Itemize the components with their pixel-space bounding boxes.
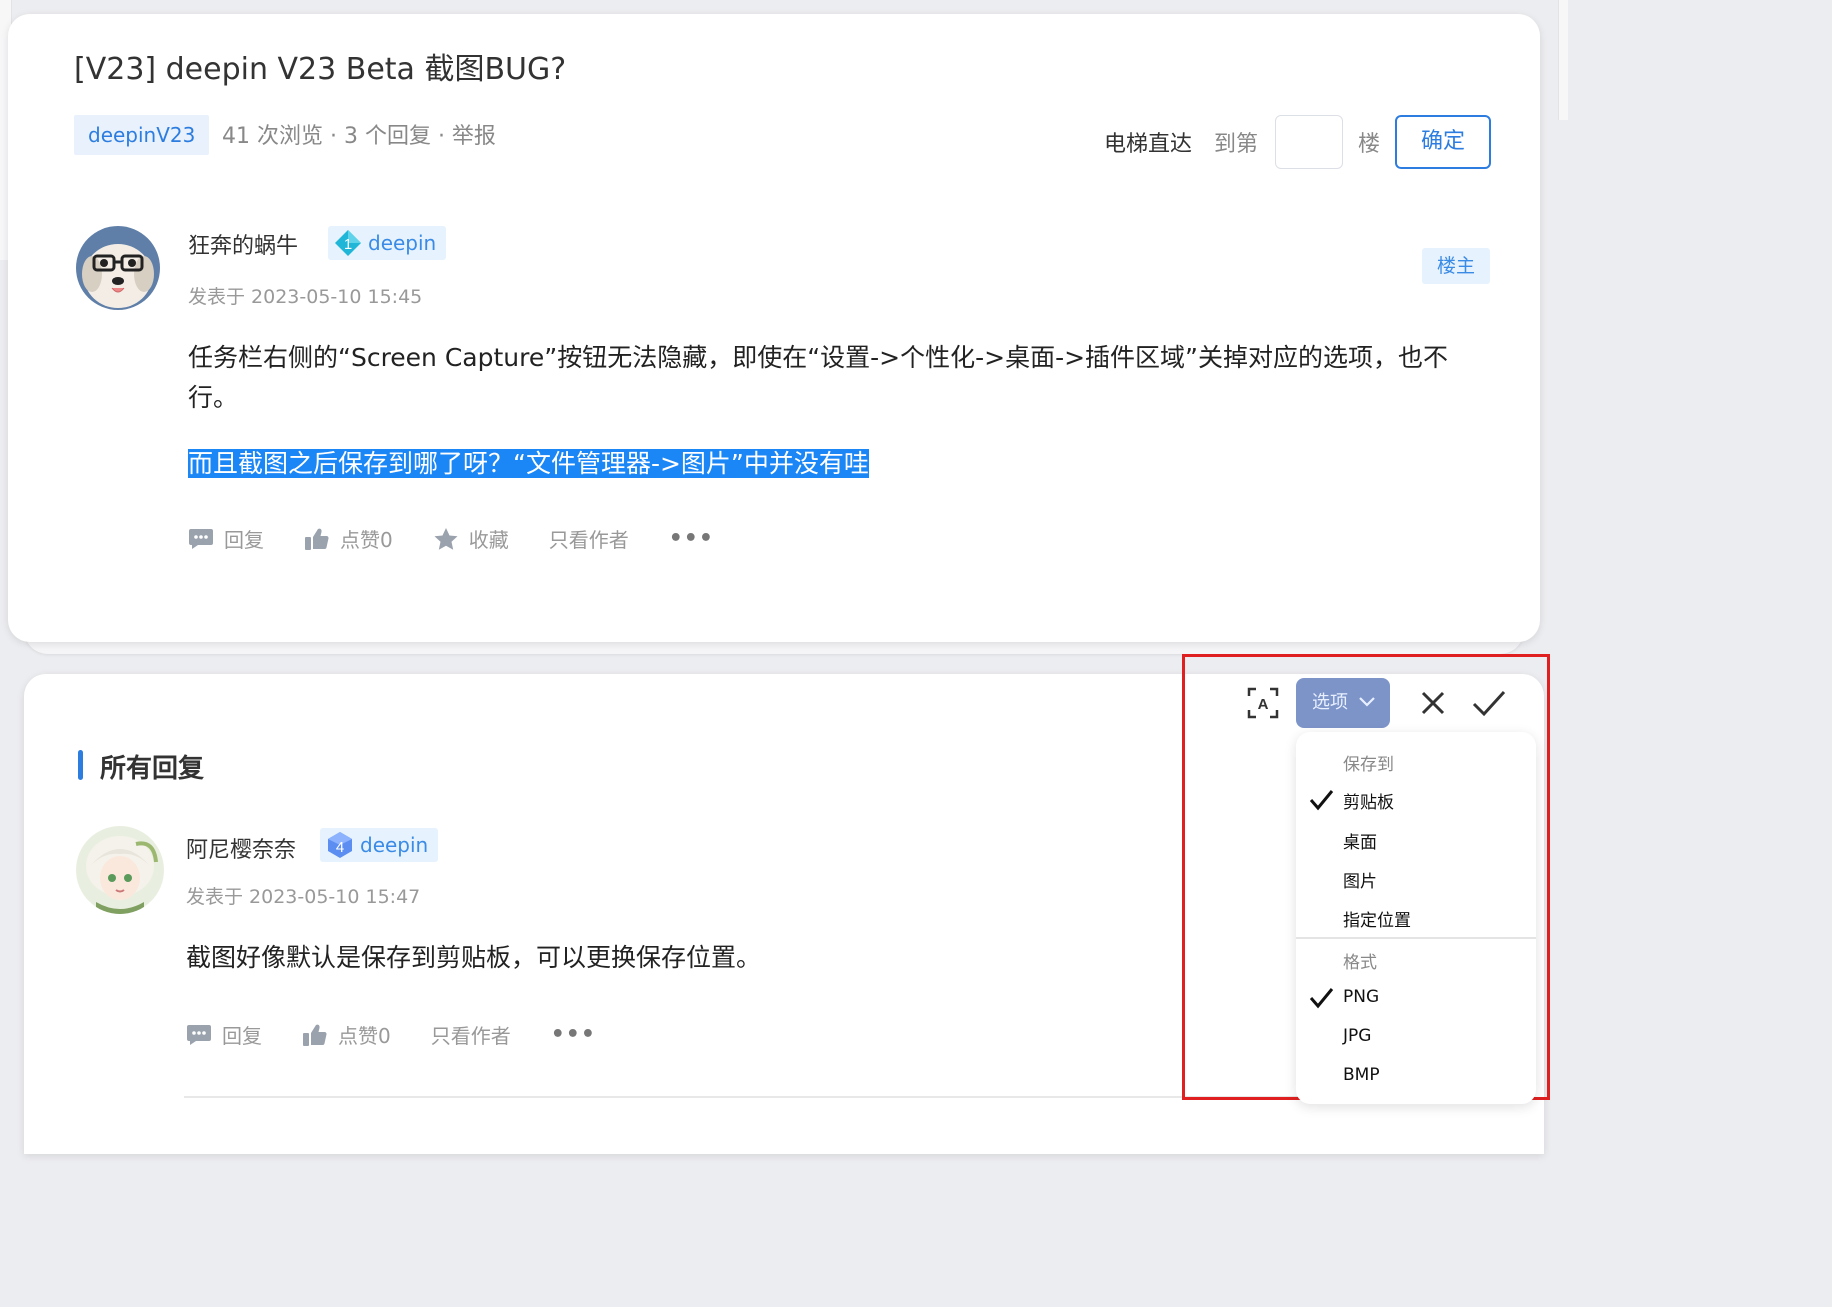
avatar[interactable] — [76, 226, 160, 310]
reply-body: 截图好像默认是保存到剪贴板，可以更换保存位置。 — [186, 943, 762, 972]
menu-item-bmp[interactable]: BMP — [1343, 1065, 1380, 1085]
close-icon — [1421, 691, 1445, 715]
star-icon — [434, 527, 458, 550]
svg-text:4: 4 — [336, 839, 344, 856]
author-only-button[interactable]: 只看作者 — [431, 1020, 511, 1049]
like-label: 点赞0 — [340, 528, 393, 552]
post-tag[interactable]: deepinV23 — [74, 115, 210, 155]
floor-unit-label: 楼 — [1358, 132, 1381, 157]
options-menu: 保存到 剪贴板 桌面 图片 指定位置 格式 PNG JPG BMP — [1296, 732, 1536, 1104]
post-time: 发表于 2023-05-10 15:45 — [188, 286, 423, 308]
anime-avatar-icon — [76, 826, 164, 914]
section-title: 所有回复 — [78, 748, 204, 785]
menu-separator — [1296, 937, 1536, 939]
options-dropdown-button[interactable]: 选项 — [1296, 678, 1390, 728]
post-actions: 回复 点赞0 收藏 只看作者 ••• — [188, 524, 754, 553]
background-card-right — [1558, 0, 1568, 120]
thumbs-up-icon — [303, 1024, 327, 1046]
confirm-button[interactable]: 确定 — [1395, 115, 1491, 169]
dog-avatar-icon — [76, 226, 160, 310]
level-gem-icon: 1 — [335, 230, 361, 256]
checkmark-icon — [1309, 790, 1334, 811]
author-name[interactable]: 阿尼樱奈奈 — [186, 832, 296, 864]
more-button[interactable]: ••• — [669, 526, 714, 551]
checkmark-icon — [1472, 690, 1506, 717]
close-button[interactable] — [1418, 688, 1448, 718]
favorite-button[interactable]: 收藏 — [433, 524, 509, 553]
confirm-capture-button[interactable] — [1470, 686, 1508, 720]
selected-text: 而且截图之后保存到哪了呀？“文件管理器->图片”中并没有哇 — [188, 449, 869, 478]
reply-label: 回复 — [224, 528, 264, 552]
reply-label: 回复 — [222, 1024, 262, 1048]
ocr-icon: A — [1247, 687, 1279, 719]
reply-button[interactable]: 回复 — [186, 1020, 262, 1049]
menu-item-custom-location[interactable]: 指定位置 — [1343, 906, 1411, 931]
menu-group-save-to: 保存到 — [1343, 755, 1394, 775]
op-badge: 楼主 — [1422, 248, 1490, 284]
chevron-down-icon — [1359, 697, 1375, 707]
reply-button[interactable]: 回复 — [188, 524, 264, 553]
post-stats: 41 次浏览 · 3 个回复 · 举报 — [222, 124, 496, 149]
menu-item-jpg[interactable]: JPG — [1343, 1026, 1371, 1046]
post-body-paragraph: 任务栏右侧的“Screen Capture”按钮无法隐藏，即使在“设置->个性化… — [188, 343, 1449, 412]
floor-number-input[interactable] — [1275, 115, 1343, 169]
level-badge: 1 deepin — [328, 226, 447, 260]
menu-item-clipboard[interactable]: 剪贴板 — [1343, 788, 1394, 813]
svg-text:1: 1 — [344, 236, 352, 253]
like-button[interactable]: 点赞0 — [304, 524, 393, 553]
elevator-to-label: 到第 — [1214, 132, 1259, 157]
more-button[interactable]: ••• — [551, 1022, 596, 1047]
menu-item-desktop[interactable]: 桌面 — [1343, 828, 1377, 853]
level-name: deepin — [368, 231, 437, 255]
post-title: [V23] deepin V23 Beta 截图BUG? — [74, 52, 567, 87]
comment-icon — [189, 528, 213, 549]
author-name[interactable]: 狂奔的蜗牛 — [188, 228, 298, 260]
post-time: 发表于 2023-05-10 15:47 — [186, 886, 421, 908]
options-label: 选项 — [1312, 692, 1348, 713]
level-name: deepin — [360, 833, 429, 857]
menu-item-pictures[interactable]: 图片 — [1343, 867, 1377, 892]
svg-text:A: A — [1258, 696, 1269, 713]
reply-actions: 回复 点赞0 只看作者 ••• — [186, 1020, 636, 1049]
post-body-paragraph-selected: 而且截图之后保存到哪了呀？“文件管理器->图片”中并没有哇 — [188, 444, 869, 484]
avatar[interactable] — [76, 826, 164, 914]
author-only-button[interactable]: 只看作者 — [549, 524, 629, 553]
ocr-button[interactable]: A — [1246, 686, 1280, 720]
favorite-label: 收藏 — [468, 528, 509, 552]
menu-group-format: 格式 — [1343, 953, 1377, 973]
checkmark-icon — [1309, 988, 1334, 1009]
level-badge: 4 deepin — [320, 828, 439, 862]
post-card: [V23] deepin V23 Beta 截图BUG? deepinV23 4… — [8, 14, 1540, 642]
like-button[interactable]: 点赞0 — [302, 1020, 391, 1049]
menu-item-png[interactable]: PNG — [1343, 987, 1379, 1007]
thumbs-up-icon — [305, 528, 329, 550]
like-label: 点赞0 — [338, 1024, 391, 1048]
comment-icon — [187, 1024, 211, 1045]
level-gem-icon: 4 — [328, 832, 352, 858]
elevator-label: 电梯直达 — [1104, 132, 1193, 157]
